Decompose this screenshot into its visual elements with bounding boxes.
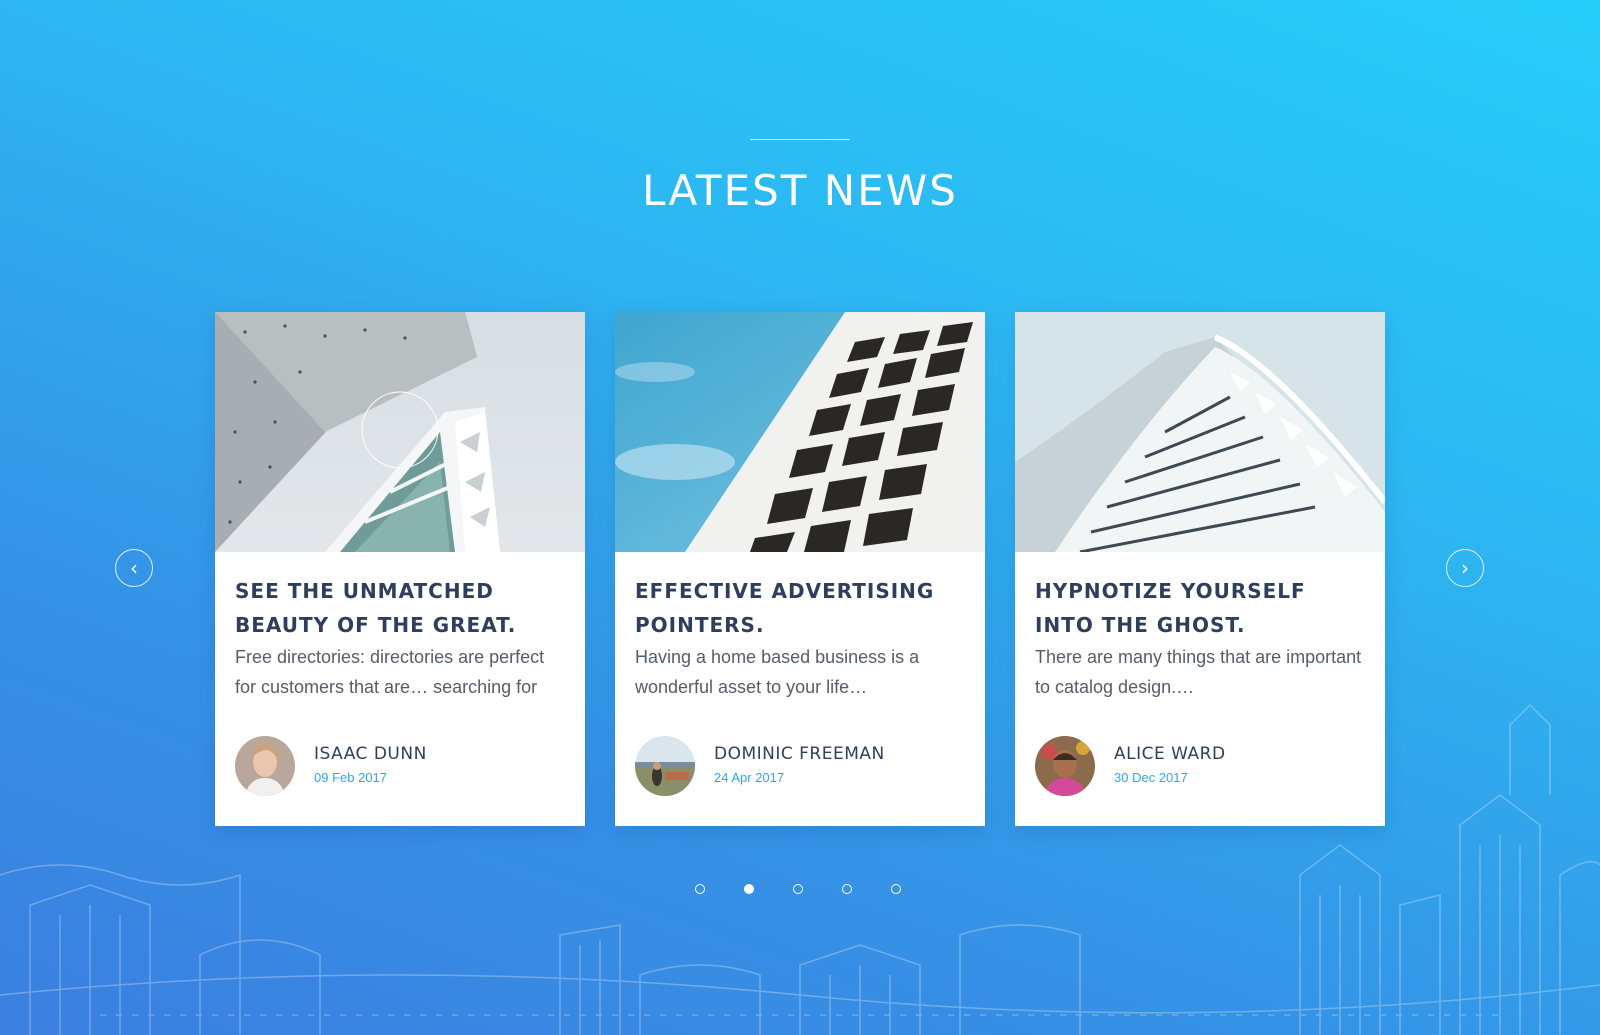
post-date: 09 Feb 2017	[314, 770, 388, 785]
news-card[interactable]: HYPNOTIZE YOURSELF INTO THE GHOST. There…	[1015, 312, 1385, 826]
news-card-title[interactable]: HYPNOTIZE YOURSELF INTO THE GHOST.	[1035, 574, 1365, 642]
author-name[interactable]: ALICE WARD	[1114, 744, 1226, 764]
carousel-dot-3[interactable]	[793, 884, 803, 894]
avatar	[635, 736, 695, 796]
author-name[interactable]: DOMINIC FREEMAN	[714, 744, 885, 764]
latest-news-section: LATEST NEWS ‹ › SEE THE UNMATCHED BEAUTY…	[0, 0, 1600, 1035]
carousel-dot-2[interactable]	[744, 884, 754, 894]
chevron-left-icon: ‹	[130, 556, 138, 580]
news-card-excerpt: Free directories: directories are perfec…	[235, 647, 545, 697]
avatar	[1035, 736, 1095, 796]
title-divider	[750, 139, 850, 140]
news-card-title[interactable]: EFFECTIVE ADVERTISING POINTERS.	[635, 574, 965, 642]
author-name[interactable]: ISAAC DUNN	[314, 744, 427, 764]
avatar	[235, 736, 295, 796]
news-card-image[interactable]	[615, 312, 985, 552]
carousel-prev-button[interactable]: ‹	[115, 549, 153, 587]
carousel-next-button[interactable]: ›	[1446, 549, 1484, 587]
news-card-image[interactable]	[1015, 312, 1385, 552]
post-date: 30 Dec 2017	[1114, 770, 1188, 785]
carousel-dot-5[interactable]	[891, 884, 901, 894]
post-date: 24 Apr 2017	[714, 770, 785, 785]
carousel-dot-4[interactable]	[842, 884, 852, 894]
news-card-title[interactable]: SEE THE UNMATCHED BEAUTY OF THE GREAT.	[235, 574, 565, 642]
news-card-excerpt: There are many things that are important…	[1035, 647, 1362, 697]
news-card-excerpt: Having a home based business is a wonder…	[635, 647, 920, 697]
news-card[interactable]: EFFECTIVE ADVERTISING POINTERS. Having a…	[615, 312, 985, 826]
carousel-dot-1[interactable]	[695, 884, 705, 894]
news-card[interactable]: SEE THE UNMATCHED BEAUTY OF THE GREAT. F…	[215, 312, 585, 826]
news-card-image[interactable]	[215, 312, 585, 552]
chevron-right-icon: ›	[1461, 556, 1469, 580]
section-title: LATEST NEWS	[642, 166, 958, 215]
